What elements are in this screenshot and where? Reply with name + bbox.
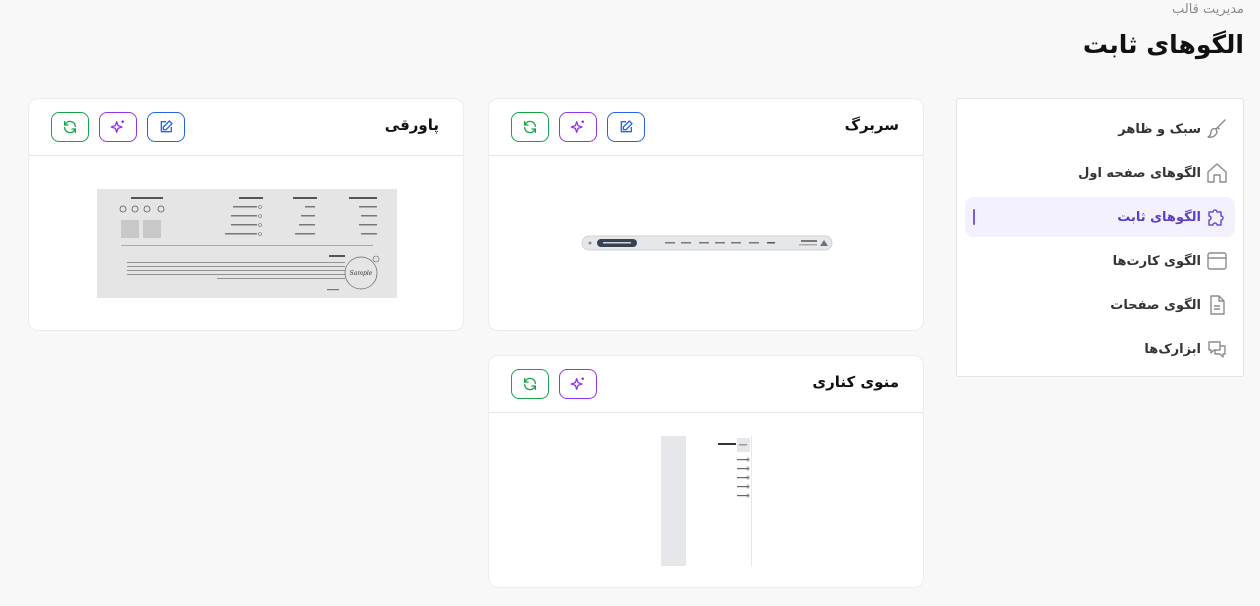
ai-generate-button[interactable] — [99, 112, 137, 142]
card-actions — [511, 112, 645, 142]
card-actions — [511, 369, 597, 399]
sidebar-item-label: الگوی صفحات — [1110, 297, 1201, 313]
card-layout-icon — [1205, 249, 1229, 273]
sparkles-icon — [110, 120, 124, 133]
puzzle-icon — [1205, 205, 1229, 229]
sidebar-item-card-templates[interactable]: الگوی کارت‌ها — [965, 241, 1235, 281]
card-title: سربرگ — [844, 116, 899, 134]
sparkles-icon — [570, 120, 584, 133]
side-menu-template-card: منوی کناری — [488, 355, 924, 588]
sidebar-item-page-templates[interactable]: الگوی صفحات — [965, 285, 1235, 325]
page-title: الگوهای ثابت — [1082, 30, 1244, 59]
breadcrumb[interactable]: مدیریت قالب — [1172, 2, 1244, 17]
document-icon — [1205, 293, 1229, 317]
sidebar-item-label: الگوی کارت‌ها — [1112, 253, 1201, 269]
refresh-button[interactable] — [511, 112, 549, 142]
header-template-card: سربرگ — [488, 98, 924, 331]
sidebar-item-label: الگوهای ثابت — [1117, 209, 1201, 225]
sparkles-icon — [570, 377, 584, 390]
edit-icon — [160, 120, 173, 133]
home-icon — [1205, 161, 1229, 185]
sidebar-item-home-templates[interactable]: الگوهای صفحه اول — [965, 153, 1235, 193]
sidebar-item-label: الگوهای صفحه اول — [1078, 165, 1201, 181]
refresh-button[interactable] — [51, 112, 89, 142]
brush-icon — [1205, 117, 1229, 141]
active-indicator — [973, 209, 975, 225]
edit-icon — [620, 120, 633, 133]
sidebar-item-style[interactable]: سبک و ظاهر — [965, 109, 1235, 149]
svg-text:Sample: Sample — [350, 270, 373, 277]
edit-button[interactable] — [607, 112, 645, 142]
sidebar-item-fixed-templates[interactable]: الگوهای ثابت — [965, 197, 1235, 237]
side-menu-preview — [661, 436, 753, 566]
footer-preview: Sample — [97, 189, 397, 298]
sidebar: سبک و ظاهر الگوهای صفحه اول الگوهای ثابت — [956, 98, 1244, 377]
refresh-icon — [524, 120, 536, 134]
refresh-button[interactable] — [511, 369, 549, 399]
footer-template-card: پاورقی Sample — [28, 98, 464, 331]
ai-generate-button[interactable] — [559, 369, 597, 399]
card-actions — [51, 112, 185, 142]
ai-generate-button[interactable] — [559, 112, 597, 142]
refresh-icon — [524, 377, 536, 391]
refresh-icon — [64, 120, 76, 134]
sidebar-item-label: سبک و ظاهر — [1118, 121, 1201, 137]
chat-bubbles-icon — [1205, 337, 1229, 361]
sidebar-item-widgets[interactable]: ابزارک‌ها — [965, 329, 1235, 369]
card-header: پاورقی — [29, 99, 463, 156]
edit-button[interactable] — [147, 112, 185, 142]
header-preview — [581, 235, 833, 251]
sidebar-item-label: ابزارک‌ها — [1144, 341, 1201, 357]
card-header: سربرگ — [489, 99, 923, 156]
card-header: منوی کناری — [489, 356, 923, 413]
card-title: منوی کناری — [812, 373, 899, 391]
page: مدیریت قالب الگوهای ثابت سبک و ظاهر الگو… — [0, 0, 1260, 606]
card-title: پاورقی — [384, 116, 439, 134]
